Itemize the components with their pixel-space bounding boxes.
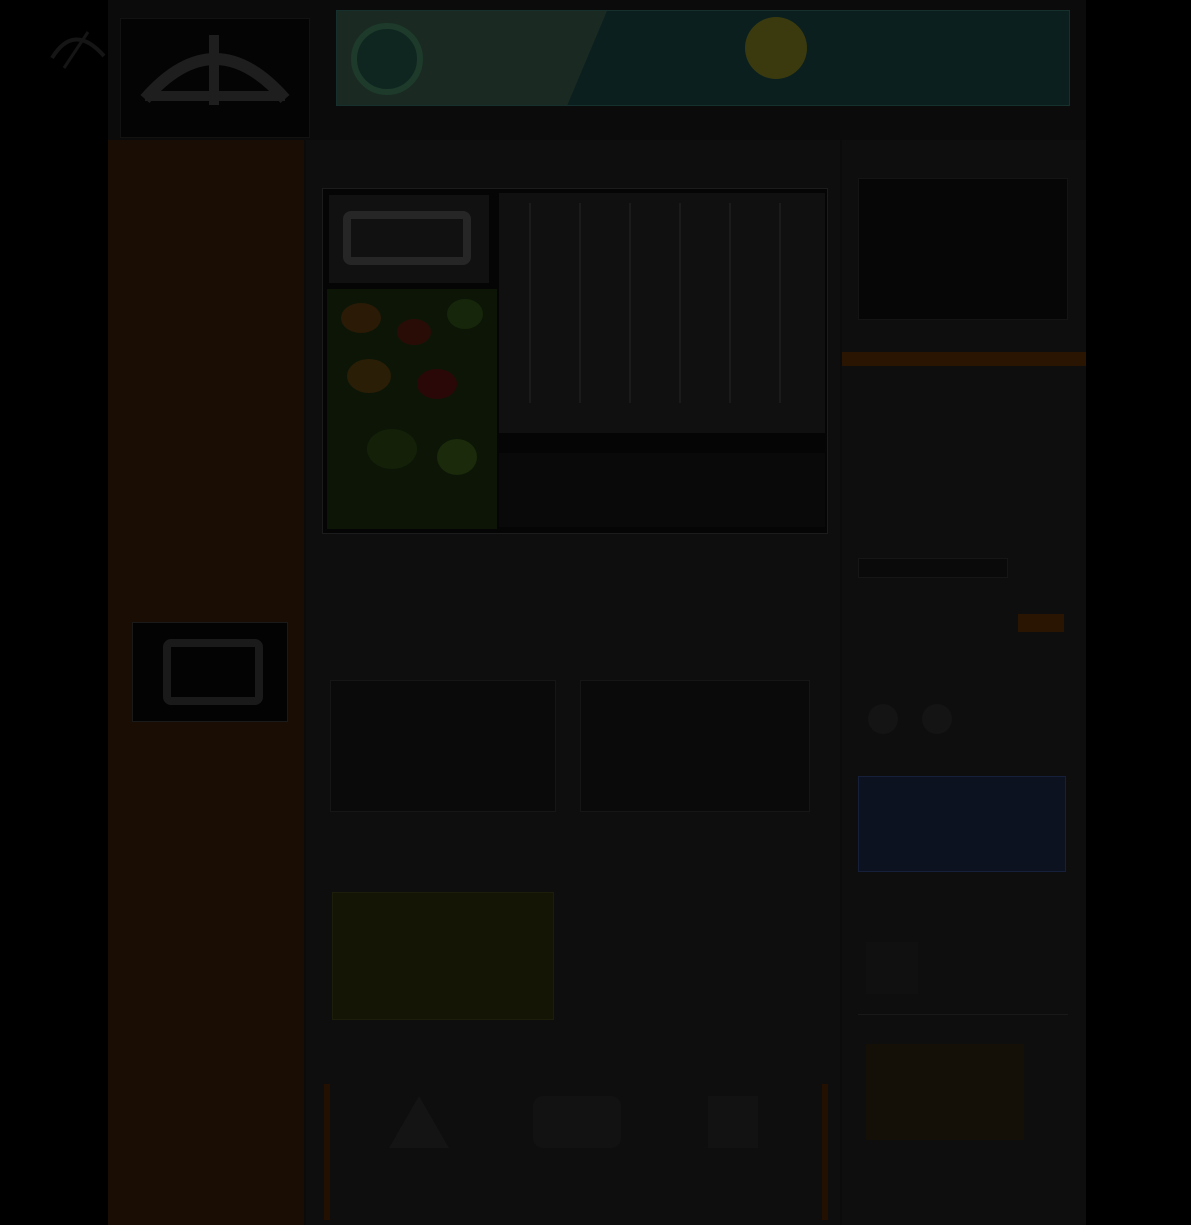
divider: [858, 1014, 1068, 1015]
brands-strip: [324, 1084, 828, 1220]
social-icon-2[interactable]: [922, 704, 952, 734]
hero-logo-tile: [329, 195, 489, 283]
main-content: [306, 140, 840, 1225]
logo-arch-icon: [140, 35, 290, 105]
banner-coin-icon: [745, 17, 807, 79]
right-banner-ad[interactable]: [858, 776, 1066, 872]
right-section-band: [842, 352, 1086, 366]
hero-photo: [499, 193, 825, 433]
brand-logo-2-icon: [533, 1096, 621, 1148]
hero-logo-icon: [343, 211, 471, 265]
hero-flowers-image: [327, 289, 497, 529]
news-thumbnail[interactable]: [866, 942, 918, 994]
search-button[interactable]: [1018, 614, 1064, 632]
site-header: [108, 6, 1086, 138]
brand-logo-3-icon: [708, 1096, 758, 1148]
video-thumbnail[interactable]: [866, 1044, 1024, 1140]
search-input[interactable]: [858, 558, 1008, 578]
brand-item-2[interactable]: [502, 1096, 652, 1164]
events-calendar: [858, 178, 1068, 320]
sidebar-ad-logo-icon: [163, 639, 263, 705]
article-thumbnail-2[interactable]: [580, 680, 810, 812]
top-navigation: [336, 108, 1070, 132]
brand-logo-1-icon: [389, 1096, 449, 1148]
calendar-grid: [859, 201, 1067, 205]
promo-image[interactable]: [332, 892, 554, 1020]
sidebar-logo-ad[interactable]: [132, 622, 288, 722]
left-sidebar: [108, 140, 304, 1225]
article-thumbnail-1[interactable]: [330, 680, 556, 812]
right-sidebar: [842, 140, 1086, 1225]
brand-item-3[interactable]: [658, 1096, 808, 1164]
corner-mark-icon: [50, 31, 106, 69]
calendar-month: [859, 179, 1067, 201]
hero-slideshow[interactable]: [322, 188, 828, 534]
brand-item-1[interactable]: [344, 1096, 494, 1164]
header-banner-ad[interactable]: [336, 10, 1070, 106]
hero-caption-box: [499, 453, 825, 527]
banner-emblem-icon: [351, 23, 423, 95]
social-icon-1[interactable]: [868, 704, 898, 734]
site-logo[interactable]: [120, 18, 310, 138]
